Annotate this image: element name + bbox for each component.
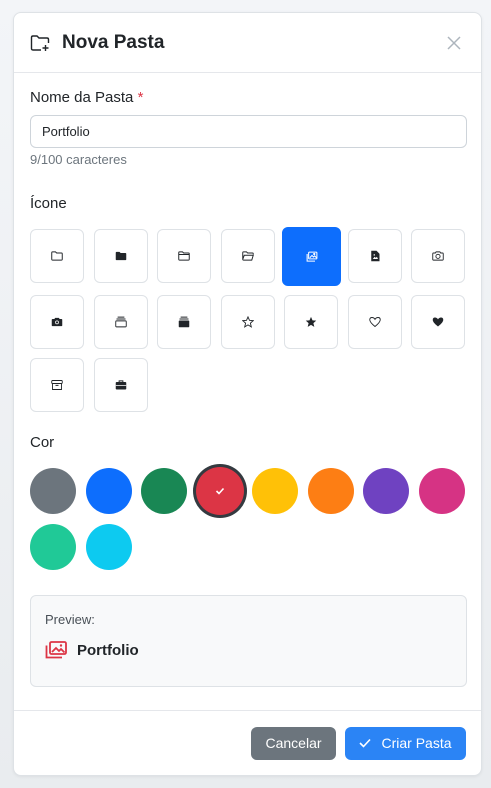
icon-option-archive[interactable]	[30, 358, 84, 412]
icon-option-folder-fill[interactable]	[93, 229, 148, 283]
color-swatch-blue[interactable]	[85, 468, 132, 514]
archive-icon	[51, 380, 63, 390]
icon-option-folder[interactable]	[30, 229, 84, 283]
icon-option-star-fill[interactable]	[284, 295, 338, 349]
images-icon	[45, 641, 67, 659]
preview-label: Preview:	[45, 612, 95, 627]
icon-section-label: Ícone	[30, 195, 67, 212]
color-swatch-purple[interactable]	[363, 468, 409, 514]
icon-option-camera-fill[interactable]	[30, 295, 84, 349]
icon-option-file-image[interactable]	[347, 229, 402, 283]
new-folder-modal: Nova Pasta Nome da Pasta * 9/100 caracte…	[13, 12, 482, 776]
color-swatch-yellow[interactable]	[252, 468, 298, 514]
icon-option-folder2-open[interactable]	[220, 229, 275, 283]
icon-option-heart[interactable]	[347, 295, 402, 349]
modal-title: Nova Pasta	[62, 31, 165, 53]
color-swatch-red[interactable]	[195, 467, 244, 515]
folder2-open-icon	[241, 251, 254, 261]
modal-body: Nome da Pasta * 9/100 caracteres Ícone	[14, 73, 481, 687]
folder-name-label: Nome da Pasta *	[30, 89, 465, 106]
star-fill-icon	[305, 316, 317, 327]
cancel-button[interactable]: Cancelar	[251, 726, 336, 760]
folder-name-input[interactable]	[30, 115, 467, 148]
char-counter: 9/100 caracteres	[30, 152, 127, 167]
folder2-icon	[178, 251, 190, 261]
modal-footer: Cancelar Criar Pasta	[14, 710, 481, 775]
color-swatch-orange[interactable]	[307, 468, 354, 514]
icon-option-collection-fill[interactable]	[157, 295, 211, 349]
folder-name-label-text: Nome da Pasta	[30, 89, 134, 106]
color-swatch-cyan[interactable]	[85, 524, 132, 570]
color-swatch-gray[interactable]	[30, 468, 76, 514]
folder-plus-icon	[30, 32, 52, 54]
icon-option-briefcase[interactable]	[93, 358, 148, 412]
color-swatch-teal[interactable]	[30, 524, 76, 570]
icon-option-folder2[interactable]	[157, 229, 211, 283]
heart-icon	[368, 317, 381, 328]
icon-option-heart-fill[interactable]	[411, 295, 465, 349]
color-section-label: Cor	[30, 434, 55, 451]
file-image-icon	[370, 250, 379, 262]
icon-option-camera[interactable]	[411, 229, 465, 283]
color-swatch-pink[interactable]	[418, 468, 465, 514]
folder-icon	[51, 251, 63, 261]
images-icon	[306, 251, 317, 262]
collection-fill-icon	[178, 316, 190, 328]
modal-header: Nova Pasta	[14, 13, 481, 73]
icon-picker	[30, 227, 465, 412]
create-folder-label: Criar Pasta	[381, 735, 452, 751]
heart-fill-icon	[432, 317, 444, 327]
camera-icon	[432, 251, 444, 261]
icon-option-images[interactable]	[282, 227, 341, 286]
icon-option-star[interactable]	[220, 295, 275, 349]
create-folder-button[interactable]: Criar Pasta	[345, 726, 466, 760]
preview-folder-name: Portfolio	[77, 641, 139, 659]
check-icon	[359, 738, 372, 748]
color-swatch-green[interactable]	[141, 468, 187, 514]
preview-row: Portfolio	[45, 641, 452, 659]
icon-option-collection[interactable]	[93, 295, 148, 349]
folder-fill-icon	[115, 251, 126, 261]
close-icon	[447, 35, 461, 50]
camera-fill-icon	[51, 317, 63, 327]
briefcase-icon	[115, 380, 126, 390]
star-icon	[241, 316, 254, 328]
preview-panel: Preview: Portfolio	[30, 595, 467, 687]
check-icon	[215, 487, 224, 495]
close-button[interactable]	[443, 32, 465, 54]
required-mark: *	[137, 89, 144, 106]
collection-icon	[114, 316, 127, 328]
color-picker	[30, 467, 465, 570]
